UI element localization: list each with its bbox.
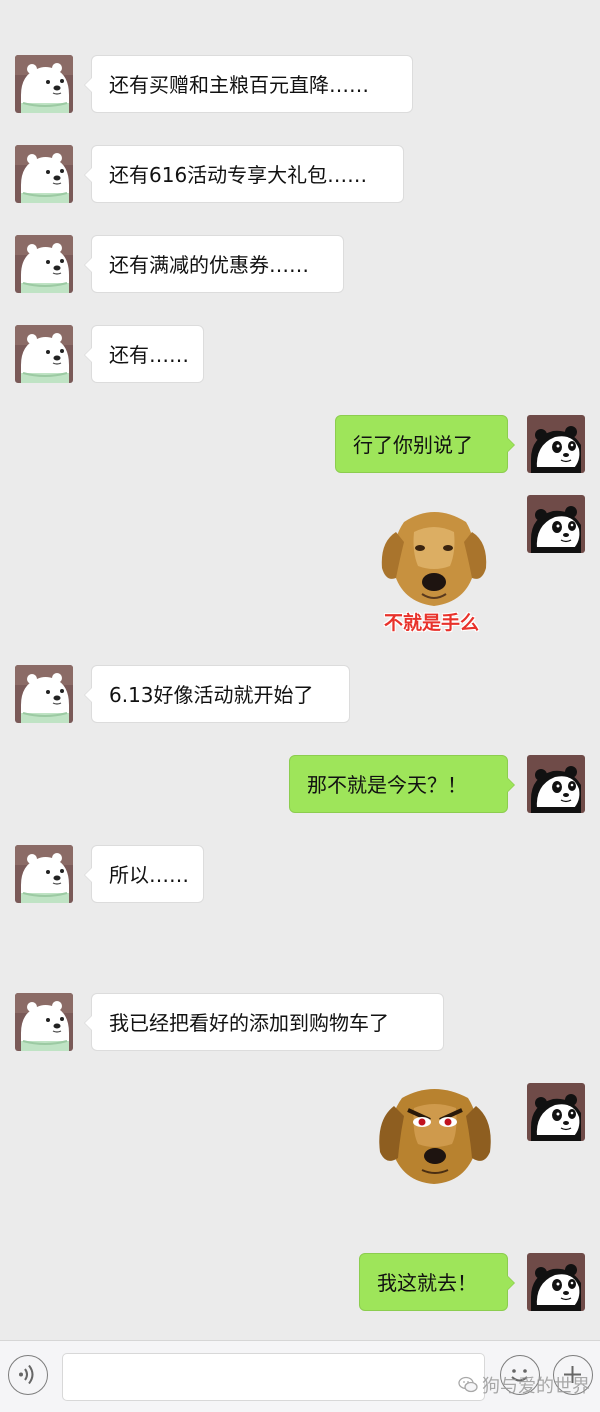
ice-bear-avatar[interactable] [15,993,73,1051]
message-text: 还有616活动专享大礼包…… [109,163,368,187]
panda-avatar[interactable] [527,1253,585,1311]
watermark: 狗与爱的世界 [458,1372,590,1398]
ice-bear-avatar[interactable] [15,235,73,293]
message-text: 所以…… [109,863,189,887]
ice-bear-avatar[interactable] [15,325,73,383]
ice-bear-avatar[interactable] [15,55,73,113]
golden-retriever-sticker[interactable] [374,502,494,612]
incoming-message-bubble[interactable]: 我已经把看好的添加到购物车了 [84,993,444,1051]
angry-dog-sticker[interactable] [374,1080,496,1188]
incoming-message-bubble[interactable]: 还有满减的优惠券…… [84,235,344,293]
panda-avatar[interactable] [527,495,585,553]
message-text: 那不就是今天？！ [307,773,467,797]
message-text: 6.13好像活动就开始了 [109,683,314,707]
incoming-message-bubble[interactable]: 还有买赠和主粮百元直降…… [84,55,413,113]
wechat-icon [458,1376,478,1393]
panda-avatar[interactable] [527,1083,585,1141]
message-text: 我已经把看好的添加到购物车了 [109,1011,389,1035]
incoming-message-bubble[interactable]: 还有616活动专享大礼包…… [84,145,404,203]
ice-bear-avatar[interactable] [15,145,73,203]
outgoing-message-bubble[interactable]: 行了你别说了 [335,415,515,473]
message-text: 还有买赠和主粮百元直降…… [109,73,369,97]
message-text: 还有…… [109,343,189,367]
message-text: 还有满减的优惠券…… [109,253,309,277]
watermark-text: 狗与爱的世界 [482,1376,590,1397]
outgoing-message-bubble[interactable]: 我这就去！ [359,1253,515,1311]
incoming-message-bubble[interactable]: 还有…… [84,325,204,383]
ice-bear-avatar[interactable] [15,665,73,723]
message-input[interactable] [62,1353,485,1401]
chat-area[interactable]: 还有买赠和主粮百元直降…… 还有616活动专享大礼包…… 还有满减的优惠券…… … [0,0,600,1340]
voice-button[interactable] [8,1355,48,1395]
outgoing-message-bubble[interactable]: 那不就是今天？！ [289,755,515,813]
ice-bear-avatar[interactable] [15,845,73,903]
sticker-caption: 不就是手么 [384,612,480,634]
voice-icon [19,1364,34,1385]
panda-avatar[interactable] [527,755,585,813]
message-text: 我这就去！ [377,1271,477,1295]
incoming-message-bubble[interactable]: 所以…… [84,845,204,903]
incoming-message-bubble[interactable]: 6.13好像活动就开始了 [84,665,350,723]
message-text: 行了你别说了 [353,433,473,457]
panda-avatar[interactable] [527,415,585,473]
